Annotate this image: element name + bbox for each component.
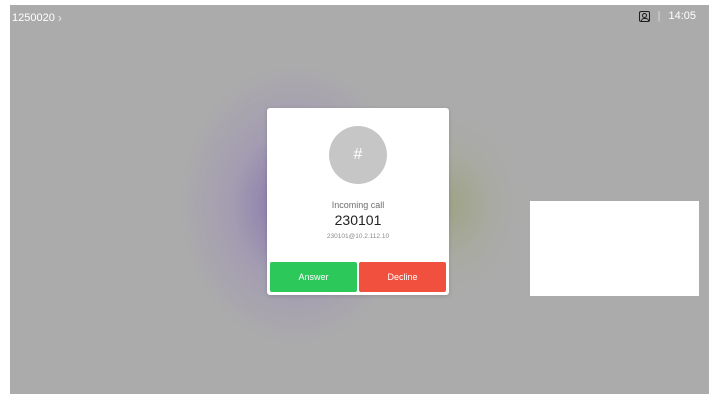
device-info-button[interactable]: 1250020 › [12, 11, 62, 25]
caller-address: 230101@10.2.112.10 [326, 233, 390, 240]
separator: | [657, 10, 661, 22]
caller-avatar: # [329, 126, 387, 184]
caller-number: 230101 [334, 212, 382, 228]
call-screen: 1250020 › | 14:05 # Incoming call 230101… [10, 5, 709, 394]
clock: 14:05 [668, 10, 696, 22]
hash-icon: # [353, 146, 363, 163]
self-view-preview[interactable] [530, 201, 699, 296]
chevron-right-icon: › [57, 11, 62, 25]
decline-button[interactable]: Decline [359, 262, 446, 292]
answer-button[interactable]: Answer [270, 262, 357, 292]
status-bar-right: | 14:05 [638, 10, 696, 22]
incoming-call-label: Incoming call [331, 200, 385, 210]
presenter-icon[interactable] [638, 10, 650, 22]
incoming-call-dialog: # Incoming call 230101 230101@10.2.112.1… [267, 108, 449, 295]
device-number: 1250020 [12, 12, 55, 24]
